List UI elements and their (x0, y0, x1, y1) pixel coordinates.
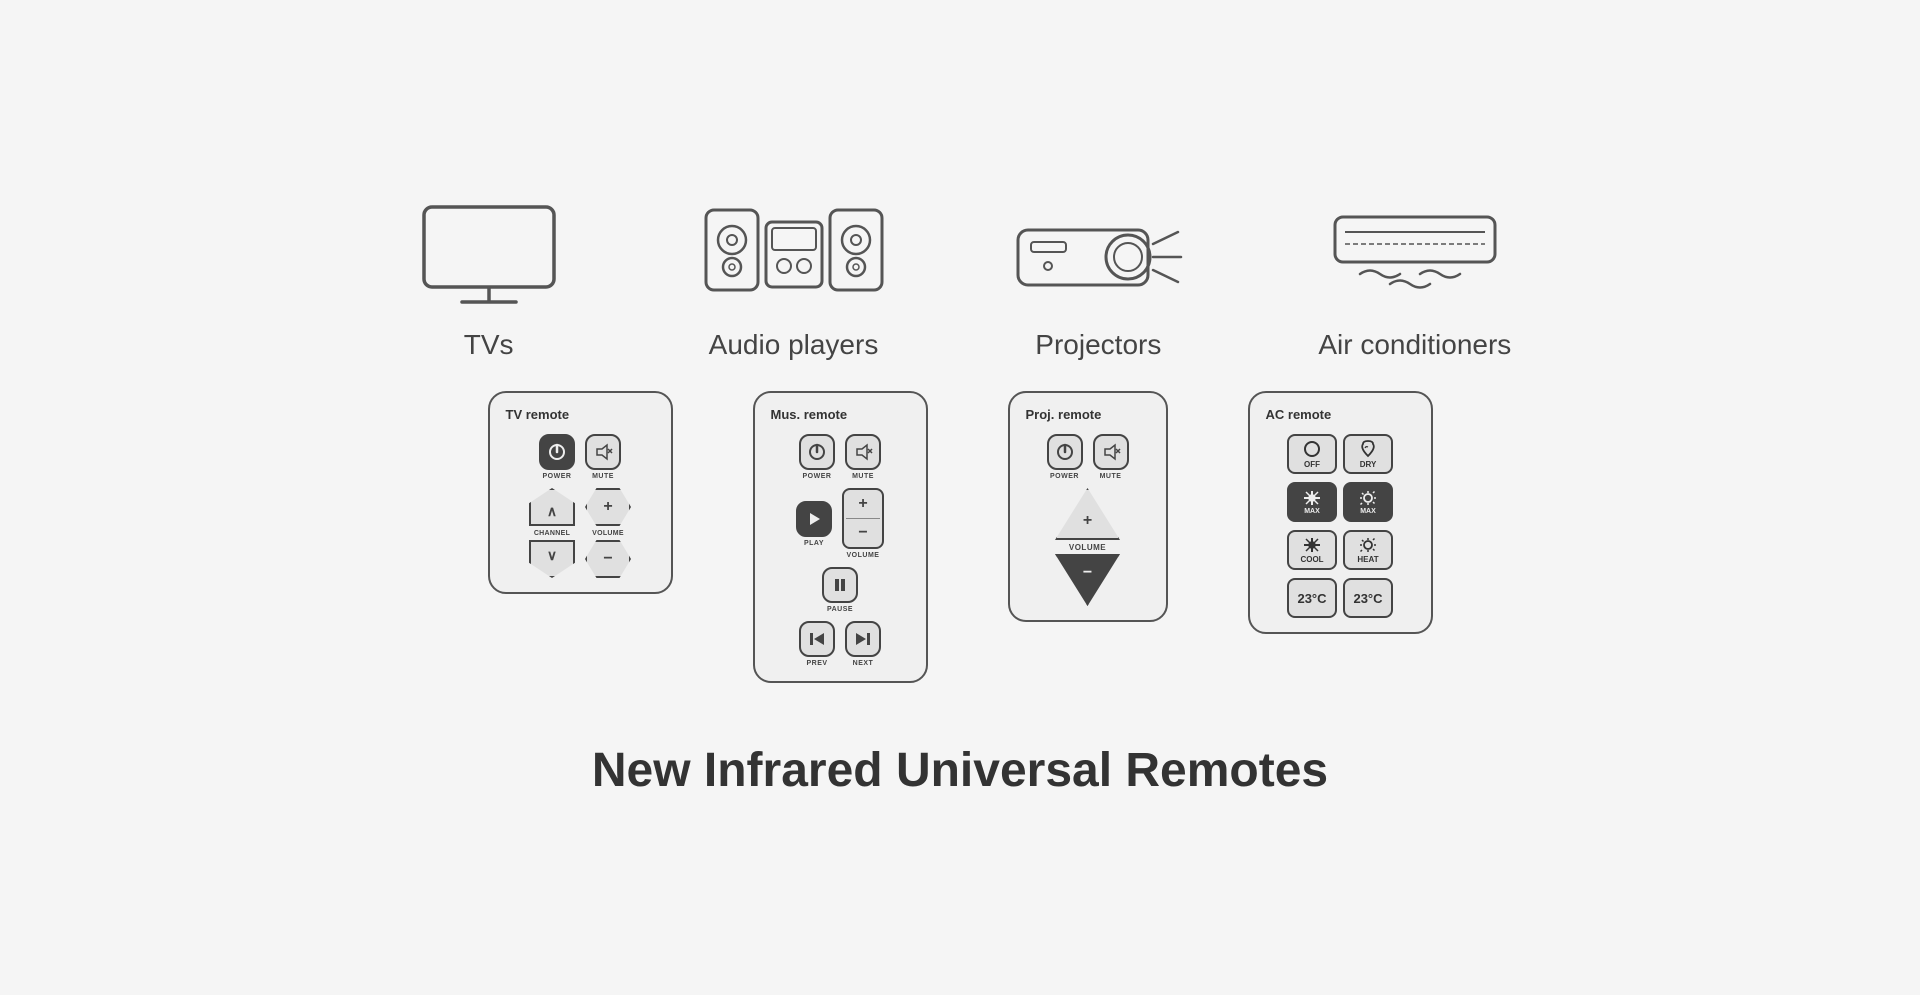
mus-next-btn[interactable]: NEXT (845, 621, 881, 667)
ac-label: Air conditioners (1318, 329, 1511, 361)
ac-remote: AC remote OFF DRY (1248, 391, 1433, 634)
tv-volume-label: VOLUME (592, 530, 624, 537)
mus-volume-label: VOLUME (847, 552, 880, 559)
tv-volume-down[interactable]: − (585, 540, 631, 578)
ac-heat-max-btn[interactable]: MAX (1343, 482, 1393, 522)
mus-prev-label: PREV (806, 660, 827, 667)
tv-remote-title: TV remote (506, 407, 570, 422)
tv-channel-stack: ∧ CHANNEL ∨ (529, 488, 575, 578)
ac-temp2-btn[interactable]: 23°C (1343, 578, 1393, 618)
main-container: TVs (210, 197, 1710, 798)
proj-power-mute-row: POWER MUTE (1047, 434, 1129, 480)
projector-label: Projectors (1035, 329, 1161, 361)
proj-vol-down[interactable]: − (1055, 554, 1120, 606)
remotes-row: TV remote POWER (488, 391, 1433, 683)
ac-heat-label: HEAT (1357, 555, 1378, 564)
proj-volume-label: VOLUME (1069, 543, 1106, 552)
ac-icon (1335, 197, 1495, 317)
proj-remote-title: Proj. remote (1026, 407, 1102, 422)
tv-channel-down[interactable]: ∨ (529, 540, 575, 578)
tv-volume-up[interactable]: + (585, 488, 631, 526)
proj-mute-label: MUTE (1100, 473, 1122, 480)
mus-pause-btn[interactable]: PAUSE (822, 567, 858, 613)
mus-power-label: POWER (803, 473, 832, 480)
mus-volume-btn[interactable]: + − VOLUME (842, 488, 884, 559)
ac-cool-max-btn[interactable]: MAX (1287, 482, 1337, 522)
ac-dry-btn[interactable]: DRY (1343, 434, 1393, 474)
proj-vol-up[interactable]: + (1055, 488, 1120, 540)
ac-cool-heat-label-row: COOL HEAT (1287, 530, 1393, 570)
tv-remote: TV remote POWER (488, 391, 673, 594)
ac-dry-label: DRY (1360, 460, 1377, 469)
mus-next-label: NEXT (853, 660, 874, 667)
mus-mute-label: MUTE (852, 473, 874, 480)
ac-cool-label: COOL (1300, 555, 1323, 564)
tv-volume-stack: + VOLUME − (585, 488, 631, 578)
ac-cool-btn[interactable]: COOL (1287, 530, 1337, 570)
ac-off-label: OFF (1304, 460, 1320, 469)
ac-temp1-label: 23°C (1297, 591, 1326, 606)
tv-power-label: POWER (543, 473, 572, 480)
tv-channel-vol: ∧ CHANNEL ∨ + (529, 488, 631, 578)
page-title-text: New Infrared Universal Remotes (592, 744, 1328, 797)
tv-channel-label: CHANNEL (534, 530, 570, 537)
ac-temp2-label: 23°C (1353, 591, 1382, 606)
ac-cool-heat-max-row: MAX MAX (1287, 482, 1393, 522)
tv-power-btn[interactable]: POWER (539, 434, 575, 480)
proj-mute-btn[interactable]: MUTE (1093, 434, 1129, 480)
ac-temp1-btn[interactable]: 23°C (1287, 578, 1337, 618)
mus-play-vol-row: PLAY + − VOLUME (796, 488, 884, 559)
device-col-projector: Projectors (1018, 197, 1178, 361)
mus-pause-label: PAUSE (827, 606, 853, 613)
tv-channel-up[interactable]: ∧ (529, 488, 575, 526)
ac-off-dry-row: OFF DRY (1287, 434, 1393, 474)
audio-icon (714, 197, 874, 317)
device-col-ac: Air conditioners (1318, 197, 1511, 361)
page-title: New Infrared Universal Remotes (592, 743, 1328, 798)
ac-remote-title: AC remote (1266, 407, 1332, 422)
ac-temp-row: 23°C 23°C (1287, 578, 1393, 618)
tv-mute-label: MUTE (592, 473, 614, 480)
tv-power-mute-row: POWER MUTE (539, 434, 621, 480)
tv-mute-btn[interactable]: MUTE (585, 434, 621, 480)
projector-icon (1018, 197, 1178, 317)
mus-mute-btn[interactable]: MUTE (845, 434, 881, 480)
mus-prev-next-row: PREV NEXT (799, 621, 881, 667)
mus-power-btn[interactable]: POWER (799, 434, 835, 480)
icons-row: TVs (409, 197, 1512, 361)
proj-volume: + VOLUME − (1055, 488, 1120, 606)
proj-power-btn[interactable]: POWER (1047, 434, 1083, 480)
ac-heat-btn[interactable]: HEAT (1343, 530, 1393, 570)
proj-power-label: POWER (1050, 473, 1079, 480)
tv-icon (409, 197, 569, 317)
music-remote: Mus. remote POWER (753, 391, 928, 683)
mus-play-btn[interactable]: PLAY (796, 501, 832, 547)
mus-prev-btn[interactable]: PREV (799, 621, 835, 667)
audio-label: Audio players (709, 329, 879, 361)
ac-off-btn[interactable]: OFF (1287, 434, 1337, 474)
device-col-audio: Audio players (709, 197, 879, 361)
music-remote-title: Mus. remote (771, 407, 848, 422)
mus-play-label: PLAY (804, 540, 824, 547)
mus-pause-row: PAUSE (822, 567, 858, 613)
projector-remote: Proj. remote POWER (1008, 391, 1168, 622)
device-col-tv: TVs (409, 197, 569, 361)
tv-label: TVs (464, 329, 514, 361)
mus-power-mute-row: POWER MUTE (799, 434, 881, 480)
